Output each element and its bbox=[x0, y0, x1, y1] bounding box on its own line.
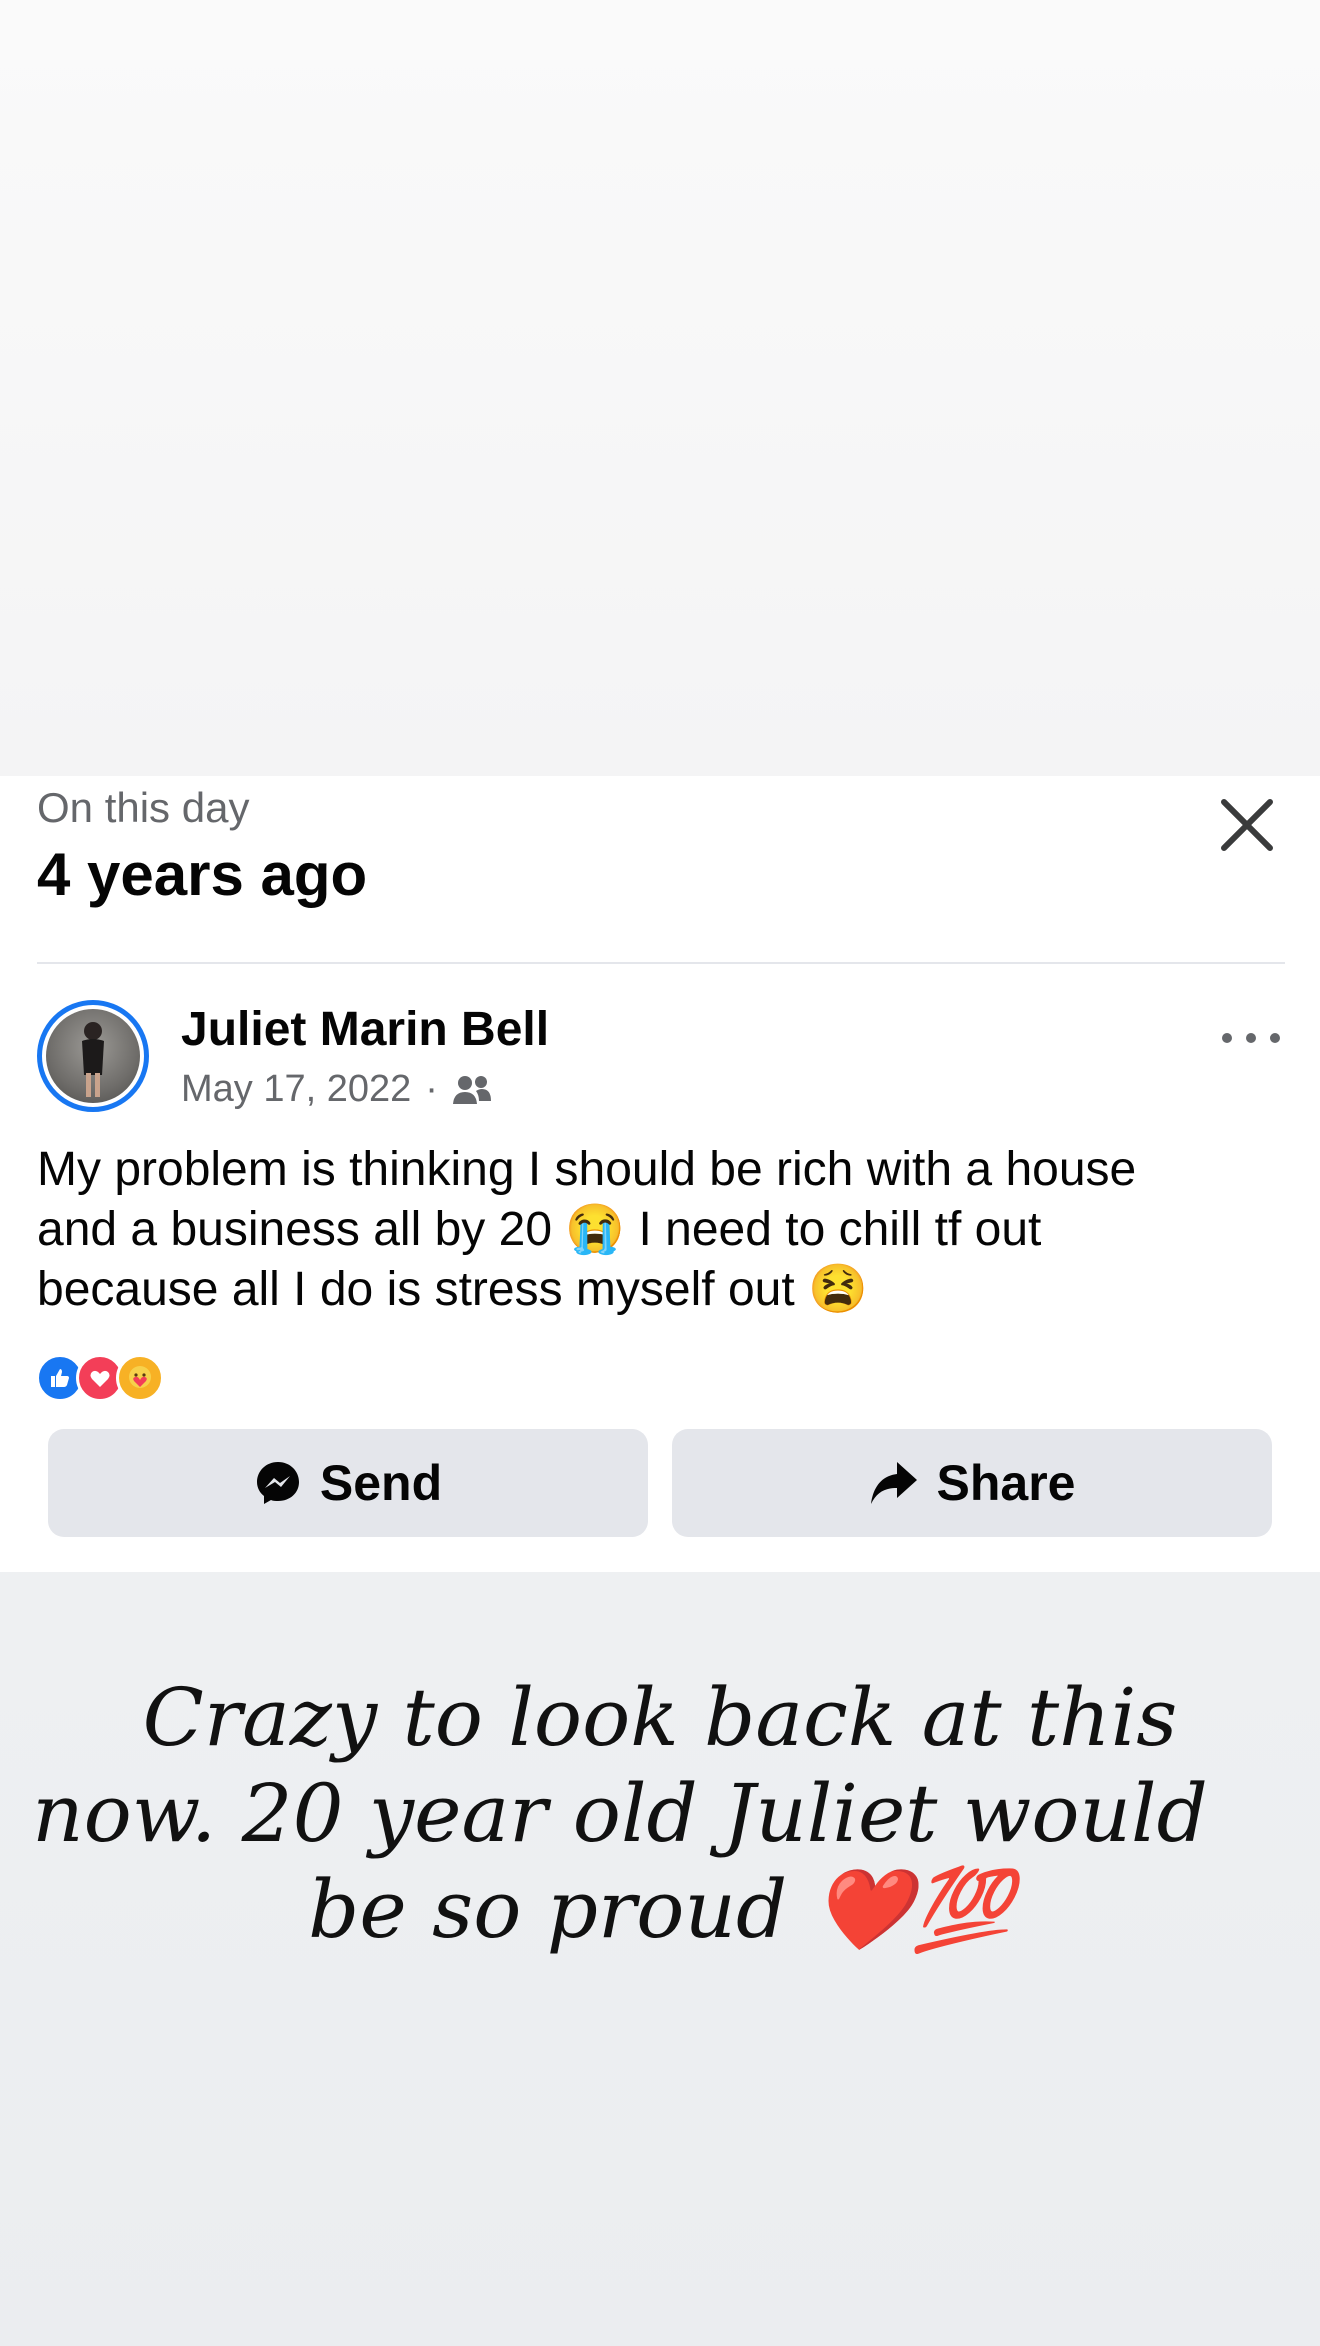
more-options-button[interactable] bbox=[1222, 1020, 1280, 1056]
send-button[interactable]: Send bbox=[48, 1429, 648, 1537]
post-text-line: because all I do is stress myself out 😫 bbox=[37, 1263, 868, 1316]
more-options-dot bbox=[1246, 1033, 1256, 1043]
caption-line: Crazy to look back at this bbox=[142, 1671, 1178, 1764]
memory-headline: 4 years ago bbox=[37, 841, 368, 908]
post-meta: May 17, 2022 · bbox=[181, 1068, 492, 1111]
memory-kicker: On this day bbox=[37, 784, 250, 831]
close-icon bbox=[1221, 799, 1273, 851]
friends-icon bbox=[452, 1075, 491, 1104]
care-reaction-icon bbox=[116, 1354, 164, 1402]
messenger-icon bbox=[256, 1462, 299, 1504]
memory-card: On this day 4 years ago Juliet Marin Bel… bbox=[0, 776, 1320, 1572]
post-text: My problem is thinking I should be rich … bbox=[37, 1140, 1287, 1320]
close-button[interactable] bbox=[1212, 790, 1282, 860]
share-button[interactable]: Share bbox=[672, 1429, 1272, 1537]
caption-line: be so proud ❤️💯 bbox=[308, 1863, 1012, 1956]
more-options-icon bbox=[1222, 1033, 1232, 1043]
caption-line: now. 20 year old Juliet would bbox=[32, 1767, 1208, 1860]
post-date[interactable]: May 17, 2022 bbox=[181, 1068, 411, 1111]
person-silhouette-icon bbox=[82, 1022, 104, 1097]
avatar-photo bbox=[46, 1009, 140, 1103]
post-text-line: My problem is thinking I should be rich … bbox=[37, 1143, 1137, 1196]
reactions-summary[interactable] bbox=[36, 1354, 164, 1402]
share-label: Share bbox=[936, 1455, 1076, 1511]
share-arrow-icon bbox=[870, 1462, 917, 1504]
more-options-dot bbox=[1270, 1033, 1280, 1043]
header-divider bbox=[37, 962, 1285, 964]
send-label: Send bbox=[319, 1455, 443, 1511]
story-caption: Crazy to look back at this now. 20 year … bbox=[32, 1670, 1260, 1958]
post-author[interactable]: Juliet Marin Bell bbox=[181, 1002, 549, 1057]
avatar[interactable] bbox=[37, 1000, 149, 1112]
meta-separator: · bbox=[425, 1068, 438, 1110]
post-text-line: and a business all by 20 😭 I need to chi… bbox=[37, 1203, 1042, 1256]
